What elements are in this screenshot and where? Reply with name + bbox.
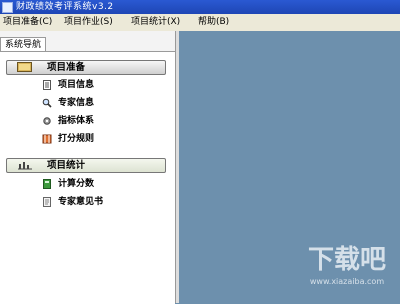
folder-icon — [17, 62, 33, 76]
nav-item-label: 项目信息 — [58, 80, 95, 90]
watermark-logo: 下载吧 www.xiazaiba.com — [308, 245, 386, 286]
magnifier-icon — [42, 98, 52, 113]
watermark-text: 下载吧 — [308, 245, 386, 275]
gear-icon — [42, 116, 52, 131]
tab-system-navigation[interactable]: 系统导航 — [0, 37, 46, 52]
menu-bar: 项目准备(C) 项目作业(S) 项目统计(X) 帮助(B) — [0, 14, 400, 32]
group-label: 项目统计 — [47, 160, 86, 171]
nav-item-label: 专家信息 — [58, 98, 95, 108]
menu-project-work[interactable]: 项目作业(S) — [62, 14, 115, 31]
document-icon — [42, 80, 52, 95]
app-icon — [2, 2, 13, 13]
window-title: 财政绩效考评系统v3.2 — [16, 2, 114, 12]
navigation-panel: 系统导航 项目准备 项目信息 专家信息 指标体系 打分规则 项目统计 计算分数 … — [0, 31, 176, 304]
stats-icon — [17, 160, 33, 174]
nav-item-label: 指标体系 — [58, 116, 95, 126]
panel-splitter[interactable] — [175, 31, 179, 303]
group-label: 项目准备 — [47, 62, 86, 73]
group-header-project-stats[interactable]: 项目统计 — [6, 158, 166, 173]
report-icon — [42, 197, 52, 212]
menu-project-prepare[interactable]: 项目准备(C) — [1, 14, 54, 31]
nav-item-label: 计算分数 — [58, 179, 95, 189]
nav-item-label: 专家意见书 — [58, 197, 104, 207]
calculator-icon — [42, 179, 52, 194]
watermark-url: www.xiazaiba.com — [310, 277, 384, 286]
rules-icon — [42, 134, 52, 149]
menu-project-stats[interactable]: 项目统计(X) — [129, 14, 182, 31]
group-header-project-prepare[interactable]: 项目准备 — [6, 60, 166, 75]
title-bar: 财政绩效考评系统v3.2 — [0, 0, 400, 14]
navigation-body: 项目准备 项目信息 专家信息 指标体系 打分规则 项目统计 计算分数 专家意见书 — [0, 51, 175, 304]
nav-item-label: 打分规则 — [58, 134, 95, 144]
menu-help[interactable]: 帮助(B) — [196, 14, 231, 31]
